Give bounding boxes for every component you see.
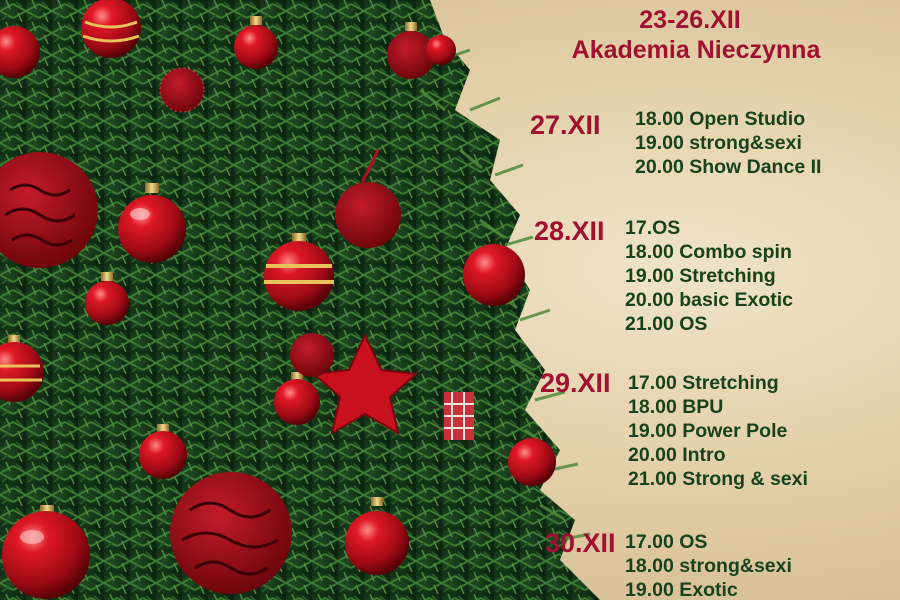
ornament <box>444 392 474 440</box>
day-slots: 17.00 OS 18.00 strong&sexi 19.00 Exotic <box>625 530 792 600</box>
ornament <box>508 438 556 486</box>
class-slot: 20.00 Intro <box>628 444 726 466</box>
ornament <box>170 472 292 594</box>
class-slot: 19.00 Exotic <box>625 579 738 600</box>
class-slot: 20.00 basic Exotic <box>625 289 794 311</box>
class-slot: 18.00 Combo spin <box>625 241 792 263</box>
class-slot: 17.00 Stretching <box>628 372 779 394</box>
day-date: 28.XII <box>534 216 605 246</box>
ornament <box>159 67 205 113</box>
class-slot: 18.00 Open Studio <box>635 108 806 130</box>
class-slot: 19.00 strong&sexi <box>635 132 802 154</box>
closure-dates: 23-26.XII <box>639 6 741 34</box>
class-slot: 17.OS <box>625 217 681 239</box>
class-slot: 18.00 BPU <box>628 396 724 418</box>
day-date: 27.XII <box>530 110 601 140</box>
day-slots: 18.00 Open Studio 19.00 strong&sexi 20.0… <box>635 107 821 179</box>
class-slot: 21.00 OS <box>625 313 708 335</box>
ornament <box>426 35 456 65</box>
ornament <box>81 0 141 58</box>
schedule-poster: 23-26.XII Akademia Nieczynna 27.XII 18.0… <box>0 0 900 600</box>
class-slot: 20.00 Show Dance II <box>635 156 822 178</box>
day-slots: 17.00 Stretching 18.00 BPU 19.00 Power P… <box>628 371 808 491</box>
class-slot: 19.00 Stretching <box>625 265 776 287</box>
day-date: 30.XII <box>545 528 616 558</box>
class-slot: 21.00 Strong & sexi <box>628 468 808 490</box>
closure-notice: Akademia Nieczynna <box>571 36 821 64</box>
ornament <box>463 244 525 306</box>
class-slot: 18.00 strong&sexi <box>625 555 792 577</box>
day-slots: 17.OS 18.00 Combo spin 19.00 Stretching … <box>625 216 793 336</box>
class-slot: 19.00 Power Pole <box>628 420 788 442</box>
class-slot: 17.00 OS <box>625 531 708 553</box>
day-date: 29.XII <box>540 368 611 398</box>
ornament <box>290 333 334 377</box>
